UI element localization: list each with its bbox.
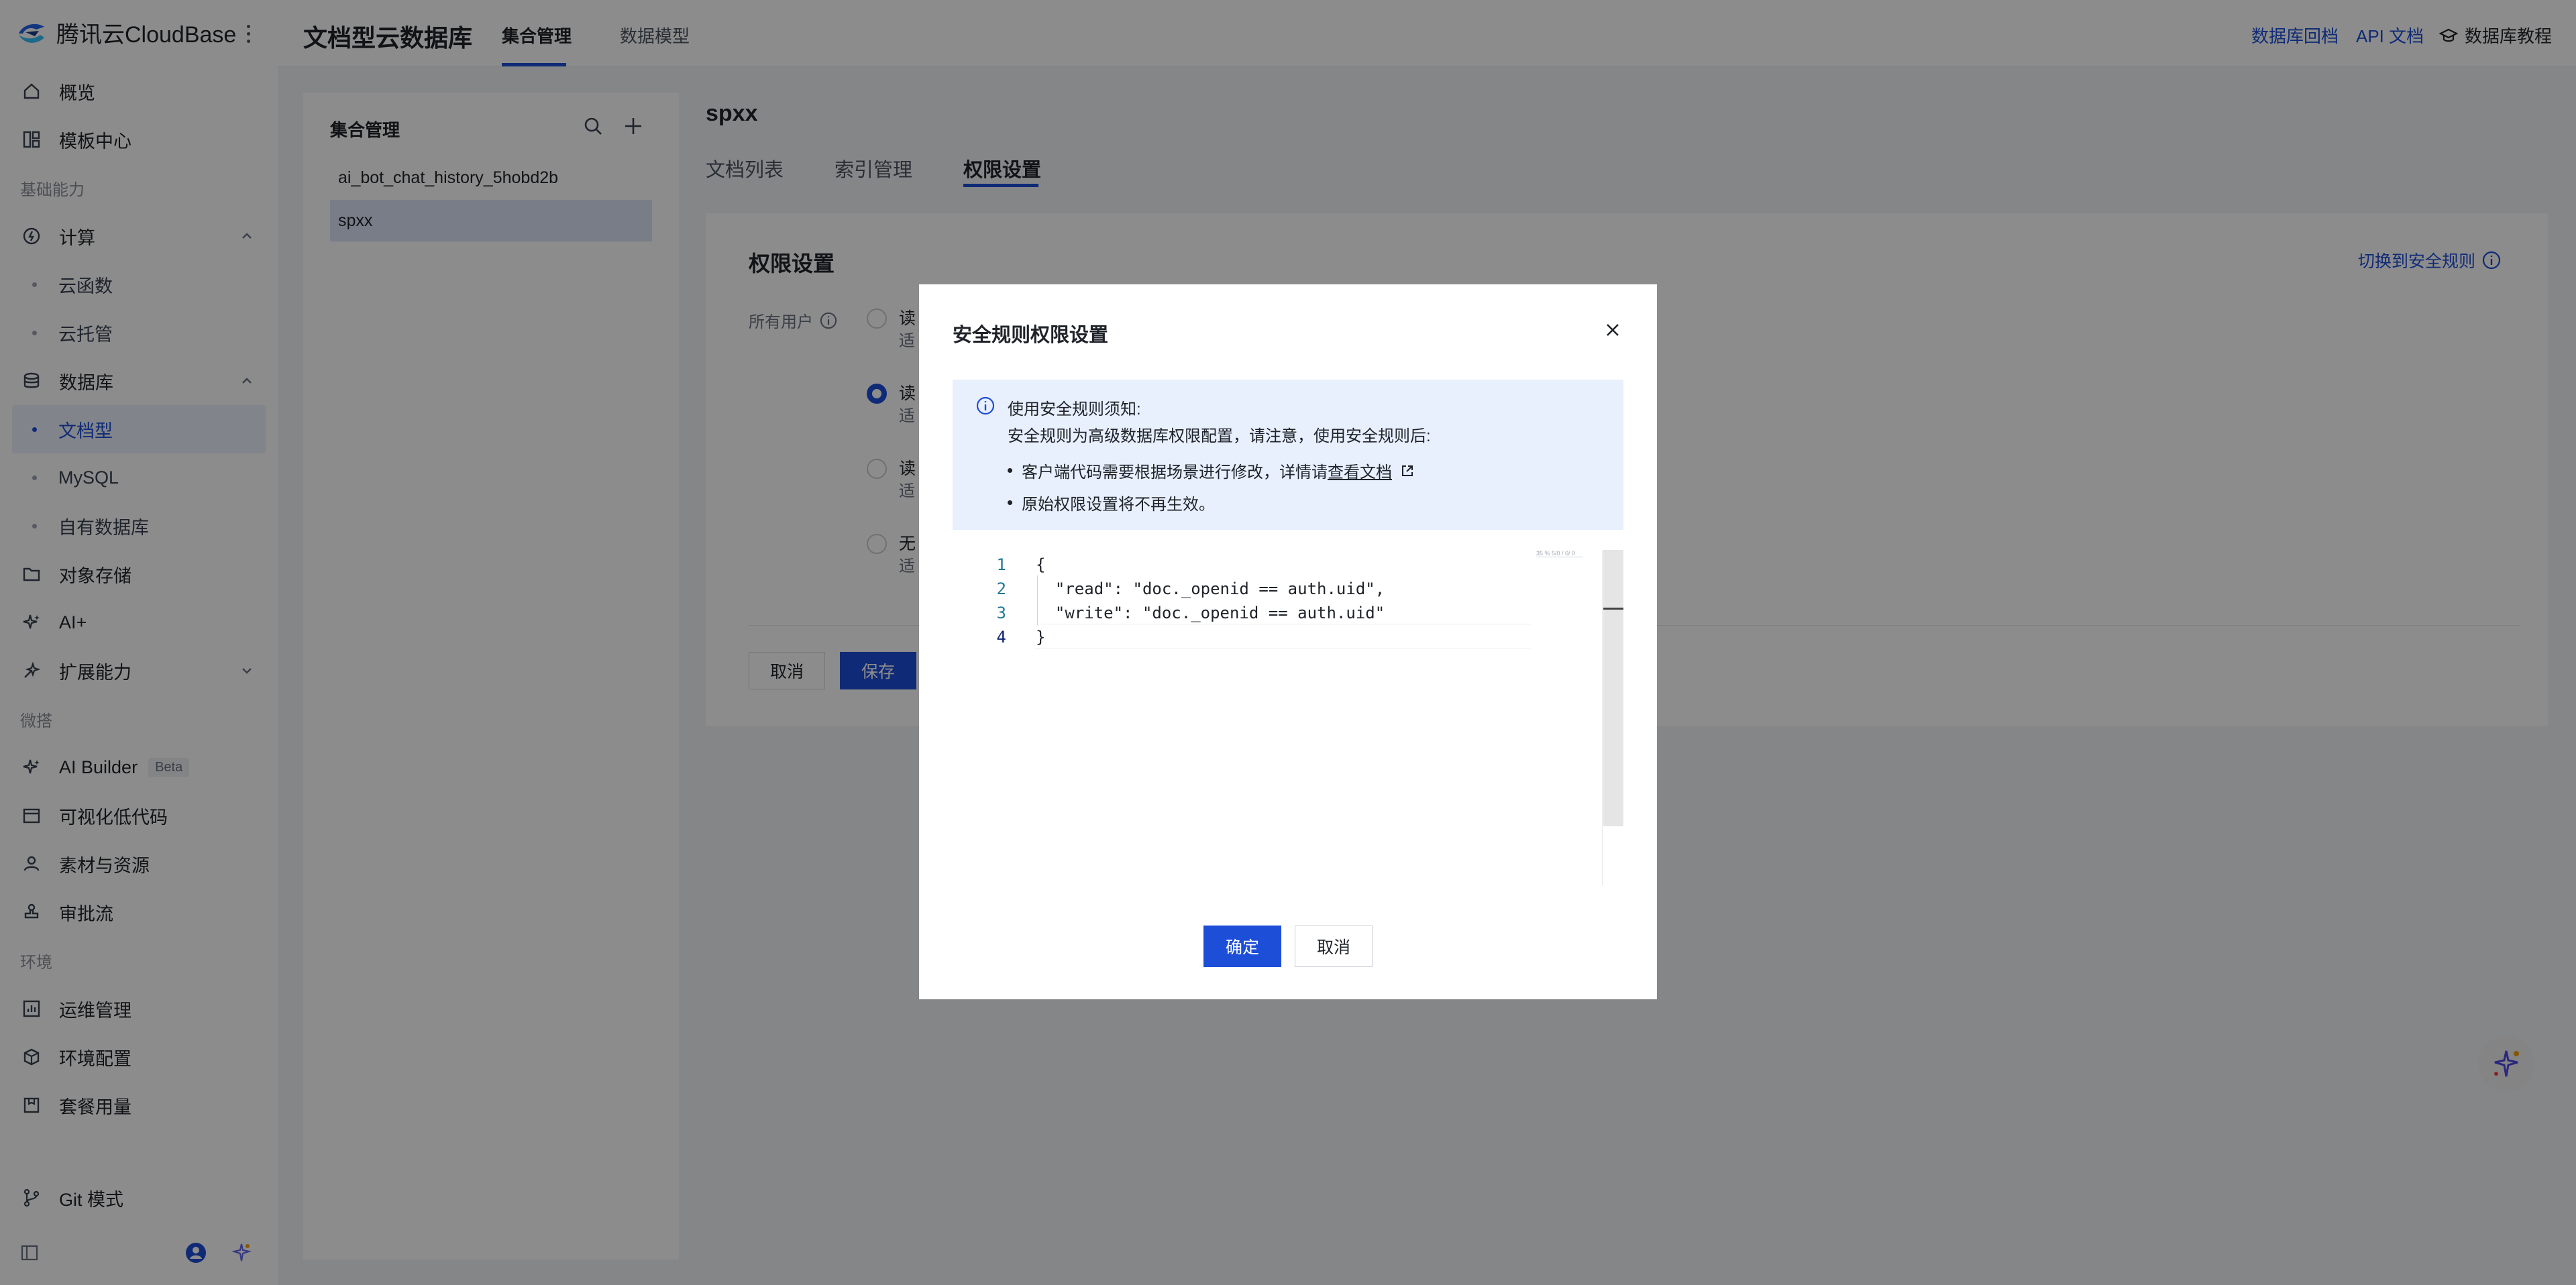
- line-number: 1: [996, 555, 1006, 574]
- notice-bullet-1: 客户端代码需要根据场景进行修改，详情请 查看文档: [1008, 459, 1415, 482]
- code-line: {: [1036, 555, 1046, 574]
- code-line: "write": "doc._openid == auth.uid": [1036, 604, 1385, 622]
- notice-text: 安全规则为高级数据库权限配置，请注意，使用安全规则后:: [1008, 427, 1431, 445]
- line-number: 4: [996, 628, 1006, 647]
- confirm-button[interactable]: 确定: [1203, 926, 1281, 967]
- notice-box: 使用安全规则须知: 安全规则为高级数据库权限配置，请注意，使用安全规则后: 客户…: [953, 380, 1623, 530]
- view-docs-link[interactable]: 查看文档: [1328, 459, 1392, 482]
- rules-code-editor[interactable]: 1 2 3 4 { "read": "doc._openid == auth.u…: [953, 550, 1623, 885]
- notice-bullet-2: 原始权限设置将不再生效。: [1008, 491, 1215, 514]
- code-line: "read": "doc._openid == auth.uid",: [1036, 579, 1385, 598]
- dialog-title: 安全规则权限设置: [953, 325, 1109, 346]
- close-icon[interactable]: [1603, 321, 1622, 339]
- scrollbar-position-marker: [1603, 608, 1623, 610]
- info-icon: [976, 396, 995, 415]
- code-line: }: [1036, 628, 1046, 647]
- editor-ruler: [1602, 550, 1603, 885]
- line-number: 3: [996, 604, 1006, 622]
- editor-scrollbar[interactable]: [1603, 550, 1623, 826]
- current-line-highlight: [1034, 624, 1531, 649]
- external-link-icon[interactable]: [1400, 463, 1415, 478]
- minimap: 35 % 5/0 / 0/ 0: [1536, 550, 1583, 557]
- notice-title: 使用安全规则须知:: [1008, 400, 1141, 418]
- cancel-button[interactable]: 取消: [1295, 926, 1373, 967]
- line-number: 2: [996, 579, 1006, 598]
- security-rules-dialog: 安全规则权限设置 使用安全规则须知: 安全规则为高级数据库权限配置，请注意，使用…: [919, 284, 1657, 999]
